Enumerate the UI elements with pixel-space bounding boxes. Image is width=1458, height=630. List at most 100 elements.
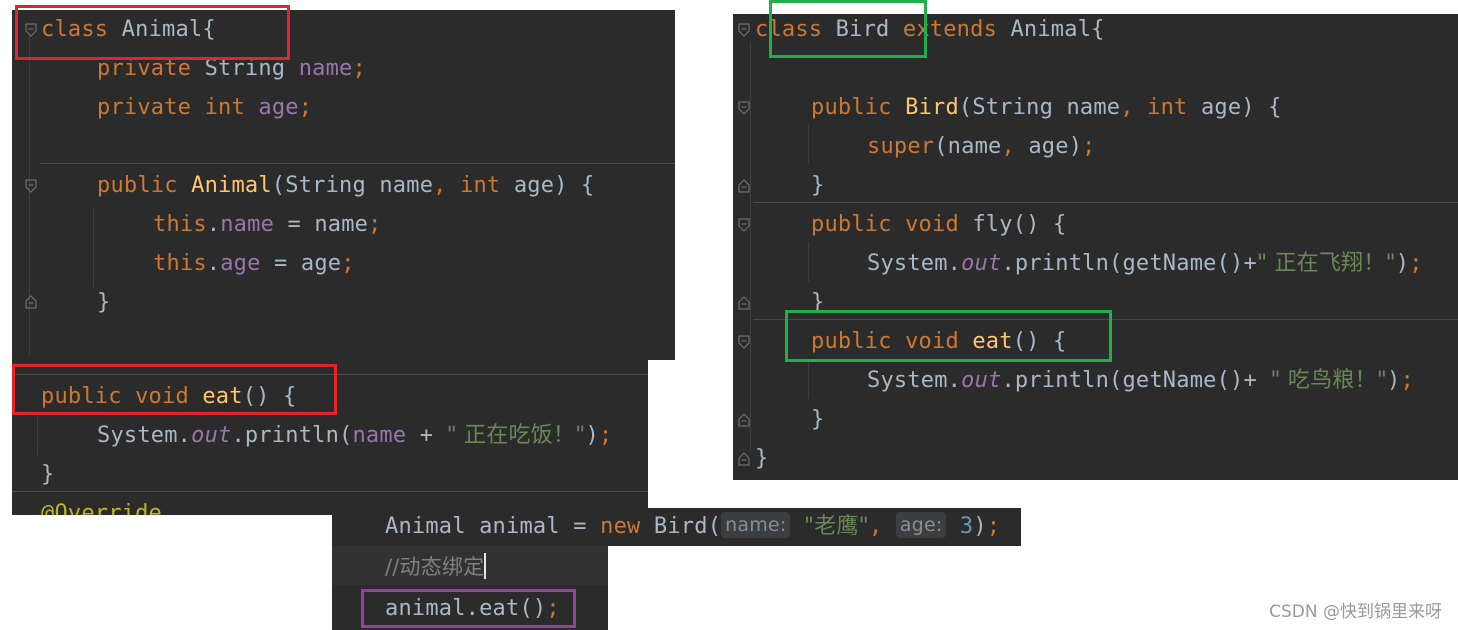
method-separator xyxy=(753,202,1458,203)
watermark: CSDN @快到锅里来呀 xyxy=(1269,602,1442,622)
string-literal: " 正在吃饭！" xyxy=(446,423,586,448)
semicolon: ; xyxy=(341,251,355,276)
keyword: int xyxy=(204,95,245,120)
semicolon: ; xyxy=(1082,134,1096,159)
fold-icon[interactable] xyxy=(738,335,750,349)
code-line: this.name = name; xyxy=(153,205,382,244)
code-line: System.out.println(name + " 正在吃饭！"); xyxy=(97,416,612,455)
dot: . xyxy=(206,212,221,237)
fold-icon[interactable] xyxy=(738,218,750,232)
keyword: int xyxy=(1147,95,1188,120)
closing-brace: } xyxy=(811,407,825,432)
method-separator xyxy=(40,163,675,164)
method-separator xyxy=(12,491,648,492)
params: (String name xyxy=(271,173,434,198)
semicolon: ; xyxy=(298,95,313,120)
fold-end-icon[interactable] xyxy=(738,452,750,466)
keyword: this xyxy=(153,212,207,237)
string-literal: "老鹰" xyxy=(803,514,869,539)
declaration: Animal animal = xyxy=(385,514,601,539)
code-line: } xyxy=(811,400,824,439)
code-line: public Bird(String name, int age) { xyxy=(811,88,1282,127)
semicolon: ; xyxy=(1400,368,1414,393)
static-field: out xyxy=(961,251,1002,276)
code-line: System.out.println(getName()+ " 吃鸟粮！"); xyxy=(867,361,1414,400)
closing-brace: } xyxy=(811,173,825,198)
string-literal: " 正在飞翔！" xyxy=(1256,251,1396,276)
closing-brace: } xyxy=(97,290,111,315)
indent-guide xyxy=(93,207,94,287)
method-call: .println(getName()+ xyxy=(1001,368,1271,393)
paren: ) xyxy=(1395,251,1410,276)
code-line: } xyxy=(755,439,768,478)
paren: ) xyxy=(1387,368,1401,393)
comma: , xyxy=(433,173,447,198)
field-name: age xyxy=(220,251,261,276)
text-caret xyxy=(484,553,487,579)
params: age) { xyxy=(500,173,595,198)
green-highlight-class-bird xyxy=(769,0,927,58)
static-field: out xyxy=(191,423,232,448)
code-line[interactable]: //动态绑定 xyxy=(385,548,487,587)
indent-guide xyxy=(37,415,38,455)
parent-class: Animal{ xyxy=(997,17,1105,42)
code-line: @Override xyxy=(41,494,162,515)
field-name: name xyxy=(220,212,275,237)
field-name: age xyxy=(258,95,299,120)
code-line: this.age = age; xyxy=(153,244,355,283)
params: (String name xyxy=(958,95,1121,120)
fold-end-icon[interactable] xyxy=(25,295,37,309)
fold-end-icon[interactable] xyxy=(738,413,750,427)
number-literal: 3 xyxy=(959,514,974,539)
code-line: System.out.println(getName()+" 正在飞翔！"); xyxy=(867,244,1423,283)
semicolon: ; xyxy=(352,56,366,81)
field-name: name xyxy=(352,423,407,448)
keyword: super xyxy=(867,134,935,159)
method-call: .println(getName()+ xyxy=(1001,251,1257,276)
method-name: fly xyxy=(972,212,1013,237)
indent-guide xyxy=(808,359,809,399)
field-name: name xyxy=(298,56,353,81)
method-call: .println( xyxy=(231,423,353,448)
comma: , xyxy=(1120,95,1134,120)
indent-guide xyxy=(750,42,751,452)
comma: , xyxy=(1001,134,1015,159)
constructor-call: Bird( xyxy=(640,514,722,539)
keyword: new xyxy=(600,514,641,539)
code-line: private int age; xyxy=(97,88,312,127)
bird-class-panel: class Bird extends Animal{ public Bird(S… xyxy=(733,14,1458,480)
method-name: Bird xyxy=(905,95,959,120)
string-literal: " 吃鸟粮！" xyxy=(1270,368,1388,393)
code-line: } xyxy=(97,283,110,322)
paren: ) xyxy=(585,423,599,448)
paren: ) xyxy=(973,514,987,539)
code-line: Animal animal = new Bird(name: "老鹰", age… xyxy=(385,508,1000,546)
class-ref: System. xyxy=(867,251,962,276)
fold-end-icon[interactable] xyxy=(738,296,750,310)
method-name: Animal xyxy=(191,173,272,198)
keyword: public xyxy=(811,95,892,120)
assignment: = age xyxy=(260,251,342,276)
parameter-hint: age: xyxy=(895,512,947,538)
fold-icon[interactable] xyxy=(738,101,750,115)
keyword: public xyxy=(97,173,178,198)
fold-end-icon[interactable] xyxy=(738,179,750,193)
red-highlight-class-animal xyxy=(15,5,290,60)
parameter-hint: name: xyxy=(721,512,791,538)
class-ref: System. xyxy=(97,423,192,448)
code-line: super(name, age); xyxy=(867,127,1096,166)
code-line: } xyxy=(811,166,824,205)
binding-line1-panel: Animal animal = new Bird(name: "老鹰", age… xyxy=(332,508,1021,546)
keyword: int xyxy=(460,173,501,198)
semicolon: ; xyxy=(986,514,1001,539)
fold-icon[interactable] xyxy=(738,23,750,37)
green-highlight-eat-override xyxy=(785,310,1112,362)
closing-brace: } xyxy=(755,446,769,471)
indent-guide xyxy=(808,124,809,164)
keyword: public void xyxy=(811,212,959,237)
assignment: = name xyxy=(274,212,369,237)
class-ref: System. xyxy=(867,368,962,393)
fold-icon[interactable] xyxy=(25,179,37,193)
code-line: public Animal(String name, int age) { xyxy=(97,166,595,205)
animal-class-panel: class Animal{ private String name; priva… xyxy=(12,10,675,360)
